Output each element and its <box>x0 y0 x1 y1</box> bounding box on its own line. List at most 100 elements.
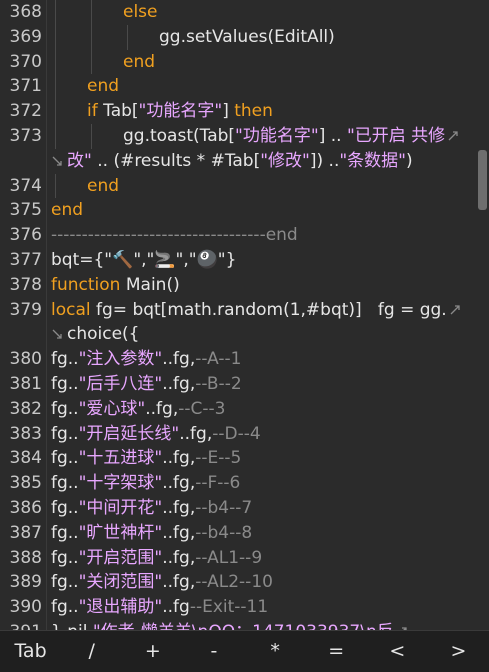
code-token: -----------------------------------end <box>51 225 298 246</box>
code-text: fg.."爱心球"..fg,--C--3 <box>51 397 475 421</box>
code-text: fg.."关闭范围"..fg,--AL2--10 <box>51 570 475 594</box>
line-number: 369 <box>9 26 42 47</box>
line-number: 385 <box>9 473 42 494</box>
code-text: fg.."十五进球"..fg,--E--5 <box>51 446 475 470</box>
code-text: fg.."十字架球"..fg,--F--6 <box>51 471 475 495</box>
key-equals[interactable]: = <box>306 631 367 672</box>
key-tab[interactable]: Tab <box>0 631 61 672</box>
code-text: end <box>123 50 475 74</box>
code-token: "功能名字" <box>235 126 319 146</box>
code-token: --b4--7 <box>195 498 253 518</box>
code-token: function <box>51 274 126 295</box>
code-text: function Main() <box>51 273 475 297</box>
code-text: gg.setValues(EditAll) <box>159 25 475 49</box>
code-token: fg.. <box>51 522 79 543</box>
code-token: ..fg, <box>162 349 196 370</box>
line-number: 371 <box>9 76 42 97</box>
line-number: 381 <box>9 374 42 394</box>
code-text: if Tab["功能名字"] then <box>87 99 475 123</box>
code-token: else <box>123 2 158 22</box>
code-token: "注入参数" <box>78 349 163 370</box>
code-token: "退出辅助" <box>78 597 163 618</box>
code-token: ..fg, <box>162 374 196 394</box>
code-token: --b4--8 <box>195 522 253 543</box>
line-number: 378 <box>9 274 42 295</box>
indent-guide <box>91 24 92 50</box>
code-token: fg.. <box>51 547 79 568</box>
code-text: fg.."开启范围"..fg,--AL1--9 <box>51 546 475 570</box>
code-token: end <box>87 76 120 97</box>
code-token: fg.. <box>51 448 79 469</box>
line-number: 387 <box>9 522 42 543</box>
code-token: local <box>51 299 97 320</box>
line-number: 376 <box>9 225 42 246</box>
code-text: end <box>87 74 475 98</box>
code-token: "作者-懒羊羊\nQQ：1471033937\n反 <box>93 622 394 630</box>
code-token: Tab[ <box>103 101 139 122</box>
key-minus[interactable]: - <box>183 631 244 672</box>
code-token: fg.. <box>51 473 79 494</box>
key-asterisk[interactable]: * <box>245 631 306 672</box>
code-editor[interactable]: 368 else 369 gg.setValues(EditAll) 370 end 371… <box>0 0 489 630</box>
code-token: 🔨 <box>112 250 134 270</box>
code-token: --B--2 <box>195 374 242 394</box>
code-token: "爱心球" <box>78 398 146 419</box>
code-text: fg.."注入参数"..fg,--A--1 <box>51 347 475 371</box>
code-token: fg.. <box>51 374 79 394</box>
code-token: --A--1 <box>195 349 242 370</box>
line-number: 379 <box>9 299 42 320</box>
code-text: gg.toast(Tab["功能名字"] .. "已开启 共修 <box>123 124 475 148</box>
code-token: "中间开花" <box>78 498 163 518</box>
key-plus[interactable]: + <box>122 631 183 672</box>
code-token: 改" <box>67 150 92 171</box>
code-token: "十五进球" <box>78 448 163 469</box>
line-number: 368 <box>9 2 42 22</box>
code-token: end <box>51 200 84 221</box>
code-text: fg.."旷世神杆"..fg,--b4--8 <box>51 521 475 545</box>
code-token: fg.. <box>51 398 79 419</box>
line-number: 373 <box>9 126 42 146</box>
key-greater-than[interactable]: > <box>428 631 489 672</box>
code-token: choice({ <box>67 324 140 345</box>
code-text: fg.."开启延长线"..fg,--D--4 <box>51 422 475 446</box>
code-text: else <box>123 0 475 24</box>
wrap-in-icon <box>52 329 62 340</box>
key-less-than[interactable]: < <box>367 631 428 672</box>
indent-guide <box>55 24 56 50</box>
code-token: fg.. <box>51 597 79 618</box>
code-token: --AL1--9 <box>195 547 263 568</box>
extra-keys-bar: Tab / + - * = < > <box>0 630 489 672</box>
code-token: gg.toast(Tab[ <box>123 126 236 146</box>
code-token: --E--5 <box>195 448 242 469</box>
code-text: end <box>51 198 475 222</box>
code-token: "," <box>133 250 155 270</box>
code-text: fg.."退出辅助"..fg--Exit--11 <box>51 595 475 619</box>
code-token: "," <box>175 250 197 270</box>
code-token: 🎱 <box>196 250 218 270</box>
line-number: 374 <box>9 175 42 196</box>
code-token: end <box>87 175 120 196</box>
code-token: ) <box>406 150 413 171</box>
code-text: bqt={"🔨","🚬","🎱"} <box>51 248 475 272</box>
key-slash[interactable]: / <box>61 631 122 672</box>
line-number: 389 <box>9 572 42 593</box>
code-token: --AL2--10 <box>195 572 273 593</box>
code-token: gg.setValues(EditAll) <box>159 26 335 47</box>
code-token: ..fg, <box>162 448 196 469</box>
line-number: 380 <box>9 349 42 370</box>
vertical-scrollbar[interactable] <box>478 150 487 210</box>
code-token: --F--6 <box>195 473 241 494</box>
code-token: "修改" <box>260 150 310 171</box>
line-number: 382 <box>9 398 42 419</box>
line-number: 391 <box>0 620 42 630</box>
code-token: "功能名字" <box>138 101 223 122</box>
indent-guide <box>55 0 56 25</box>
line-number: 390 <box>9 597 42 618</box>
code-token: .. (#results * #Tab[ <box>91 150 261 171</box>
gutter-divider <box>46 0 47 630</box>
code-token: ] <box>222 101 235 122</box>
wrap-in-icon <box>52 156 62 166</box>
line-number: 386 <box>9 498 42 518</box>
line-number: 384 <box>9 448 42 469</box>
code-token: bqt={" <box>51 250 113 270</box>
